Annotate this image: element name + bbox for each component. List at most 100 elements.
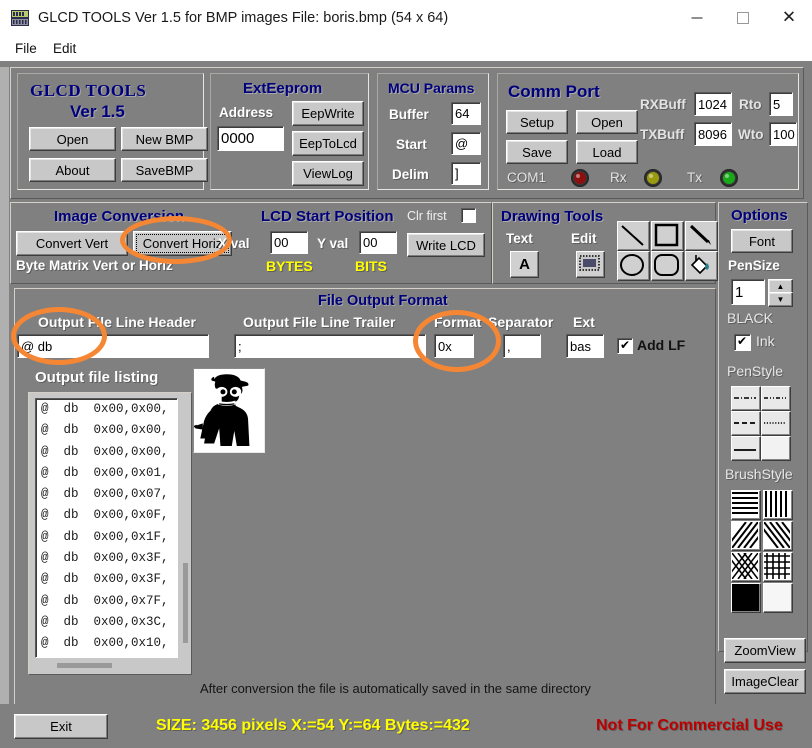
brush-diagonal-up-button[interactable]	[731, 521, 761, 551]
listing-vertical-scrollbar[interactable]	[183, 563, 188, 643]
brush-solid-white-button[interactable]	[763, 583, 793, 613]
address-field[interactable]: 0000	[217, 126, 284, 151]
rto-label: Rto	[739, 97, 762, 112]
text-tool-button[interactable]: A	[510, 251, 539, 278]
open-button[interactable]: Open	[29, 127, 116, 151]
listing-frame: @ db 0x00,0x00,@ db 0x00,0x00,@ db 0x00,…	[28, 392, 192, 675]
brush-cross-diagonal-button[interactable]	[731, 552, 761, 582]
convert-vert-label: Convert Vert	[36, 236, 108, 251]
pen-dash-dot-dot-button[interactable]	[761, 386, 791, 411]
rxbuff-label: RXBuff	[640, 97, 686, 112]
buffer-field[interactable]: 64	[451, 102, 481, 125]
address-label: Address	[219, 105, 273, 120]
edit-tool-button[interactable]	[576, 251, 605, 278]
pen-dash-dot-button[interactable]	[731, 386, 761, 411]
minimize-button[interactable]	[674, 0, 720, 36]
pen-dash-dot-dot-icon	[762, 387, 788, 408]
y-val-label: Y val	[317, 236, 348, 251]
convert-vert-button[interactable]: Convert Vert	[16, 231, 128, 256]
pen-dotted-button[interactable]	[761, 411, 791, 436]
addlf-checkbox[interactable]: ✔	[617, 338, 633, 354]
header-field[interactable]: @ db	[17, 334, 209, 358]
focus-rect	[136, 234, 229, 253]
menu-item-edit[interactable]: Edit	[48, 40, 81, 58]
txbuff-field[interactable]: 8096	[694, 122, 732, 146]
brush-diagonal-down-button[interactable]	[763, 521, 793, 551]
wto-field[interactable]: 100	[769, 122, 797, 146]
exit-button[interactable]: Exit	[14, 714, 108, 739]
save-bmp-button-label: SaveBMP	[136, 163, 194, 178]
eepwrite-button-label: EepWrite	[301, 106, 354, 121]
pencil-tool-button[interactable]	[685, 221, 718, 251]
rto-field[interactable]: 5	[769, 92, 793, 116]
brush-vertical-button[interactable]	[763, 490, 793, 520]
listing-lines: @ db 0x00,0x00,@ db 0x00,0x00,@ db 0x00,…	[36, 399, 177, 658]
viewlog-button[interactable]: ViewLog	[292, 161, 364, 186]
brush-solid-black-button[interactable]	[731, 583, 761, 613]
delim-label: Delim	[392, 167, 429, 182]
ellipse-icon	[618, 252, 647, 278]
brushstyle-label: BrushStyle	[725, 466, 793, 482]
mcu-title: MCU Params	[388, 80, 474, 96]
ext-field[interactable]: bas	[566, 334, 604, 358]
text-tool-label: Text	[506, 231, 533, 246]
mcu-params-group: MCU Params Buffer 64 Start @ Delim ]	[377, 73, 489, 190]
y-val-field[interactable]: 00	[359, 231, 397, 254]
output-listing[interactable]: @ db 0x00,0x00,@ db 0x00,0x00,@ db 0x00,…	[35, 398, 178, 658]
write-lcd-button[interactable]: Write LCD	[407, 233, 485, 257]
brush-diagonal-down-icon	[764, 522, 790, 548]
image-conversion-title: Image Conversion	[54, 208, 184, 225]
maximize-icon	[737, 12, 749, 24]
file-output-format-panel: File Output Format Output File Line Head…	[14, 288, 716, 706]
pensize-down-button[interactable]: ▼	[768, 292, 793, 307]
font-button-label: Font	[749, 234, 775, 249]
maximize-button[interactable]	[720, 0, 766, 36]
menu-item-file[interactable]: File	[10, 40, 42, 58]
rxbuff-field[interactable]: 1024	[694, 92, 732, 116]
lcd-start-position-title: LCD Start Position	[261, 208, 394, 225]
brand-version: Ver 1.5	[70, 102, 125, 122]
listing-line: @ db 0x00,0x07,	[36, 484, 177, 505]
rectangle-tool-button[interactable]	[651, 221, 684, 251]
pen-dashed-button[interactable]	[731, 411, 761, 436]
eepwrite-button[interactable]: EepWrite	[292, 101, 364, 126]
new-bmp-button[interactable]: New BMP	[121, 127, 208, 151]
pen-solid-button[interactable]	[731, 436, 761, 461]
close-button[interactable]: ✕	[766, 0, 812, 36]
font-button[interactable]: Font	[731, 229, 793, 253]
pen-none-button[interactable]	[761, 436, 791, 461]
rx-label: Rx	[610, 170, 627, 185]
penstyle-label: PenStyle	[727, 363, 783, 379]
bits-label: BITS	[355, 258, 387, 274]
comm-setup-button[interactable]: Setup	[506, 110, 568, 134]
brush-horizontal-button[interactable]	[731, 490, 761, 520]
comm-load-button[interactable]: Load	[576, 140, 638, 164]
separator-field[interactable]: ,	[503, 334, 541, 358]
trailer-field[interactable]: ;	[234, 334, 426, 358]
save-bmp-button[interactable]: SaveBMP	[121, 158, 208, 182]
rounded-rect-tool-button[interactable]	[651, 251, 684, 281]
comm-open-button[interactable]: Open	[576, 110, 638, 134]
delim-field[interactable]: ]	[451, 162, 481, 185]
pensize-field[interactable]: 1	[731, 279, 765, 305]
x-val-field[interactable]: 00	[270, 231, 308, 254]
about-button[interactable]: About	[29, 158, 116, 182]
clr-first-checkbox[interactable]	[461, 208, 476, 223]
buffer-label: Buffer	[389, 107, 429, 122]
format-field[interactable]: 0x	[434, 334, 474, 358]
fill-bucket-tool-button[interactable]	[685, 251, 718, 281]
eeptolcd-button[interactable]: EepToLcd	[292, 131, 364, 156]
ink-label: Ink	[756, 333, 775, 349]
start-field[interactable]: @	[451, 132, 481, 155]
zoomview-button[interactable]: ZoomView	[724, 638, 806, 663]
line-tool-button[interactable]	[617, 221, 650, 251]
ellipse-tool-button[interactable]	[617, 251, 650, 281]
pen-solid-icon	[732, 437, 758, 458]
brush-grid-button[interactable]	[763, 552, 793, 582]
ink-checkbox[interactable]: ✔	[734, 334, 751, 351]
comm-save-button[interactable]: Save	[506, 140, 568, 164]
listing-line: @ db 0x00,0x00,	[36, 420, 177, 441]
imageclear-button[interactable]: ImageClear	[724, 669, 806, 694]
clr-first-label: Clr first	[407, 209, 447, 223]
listing-horizontal-scrollbar[interactable]	[57, 663, 112, 668]
